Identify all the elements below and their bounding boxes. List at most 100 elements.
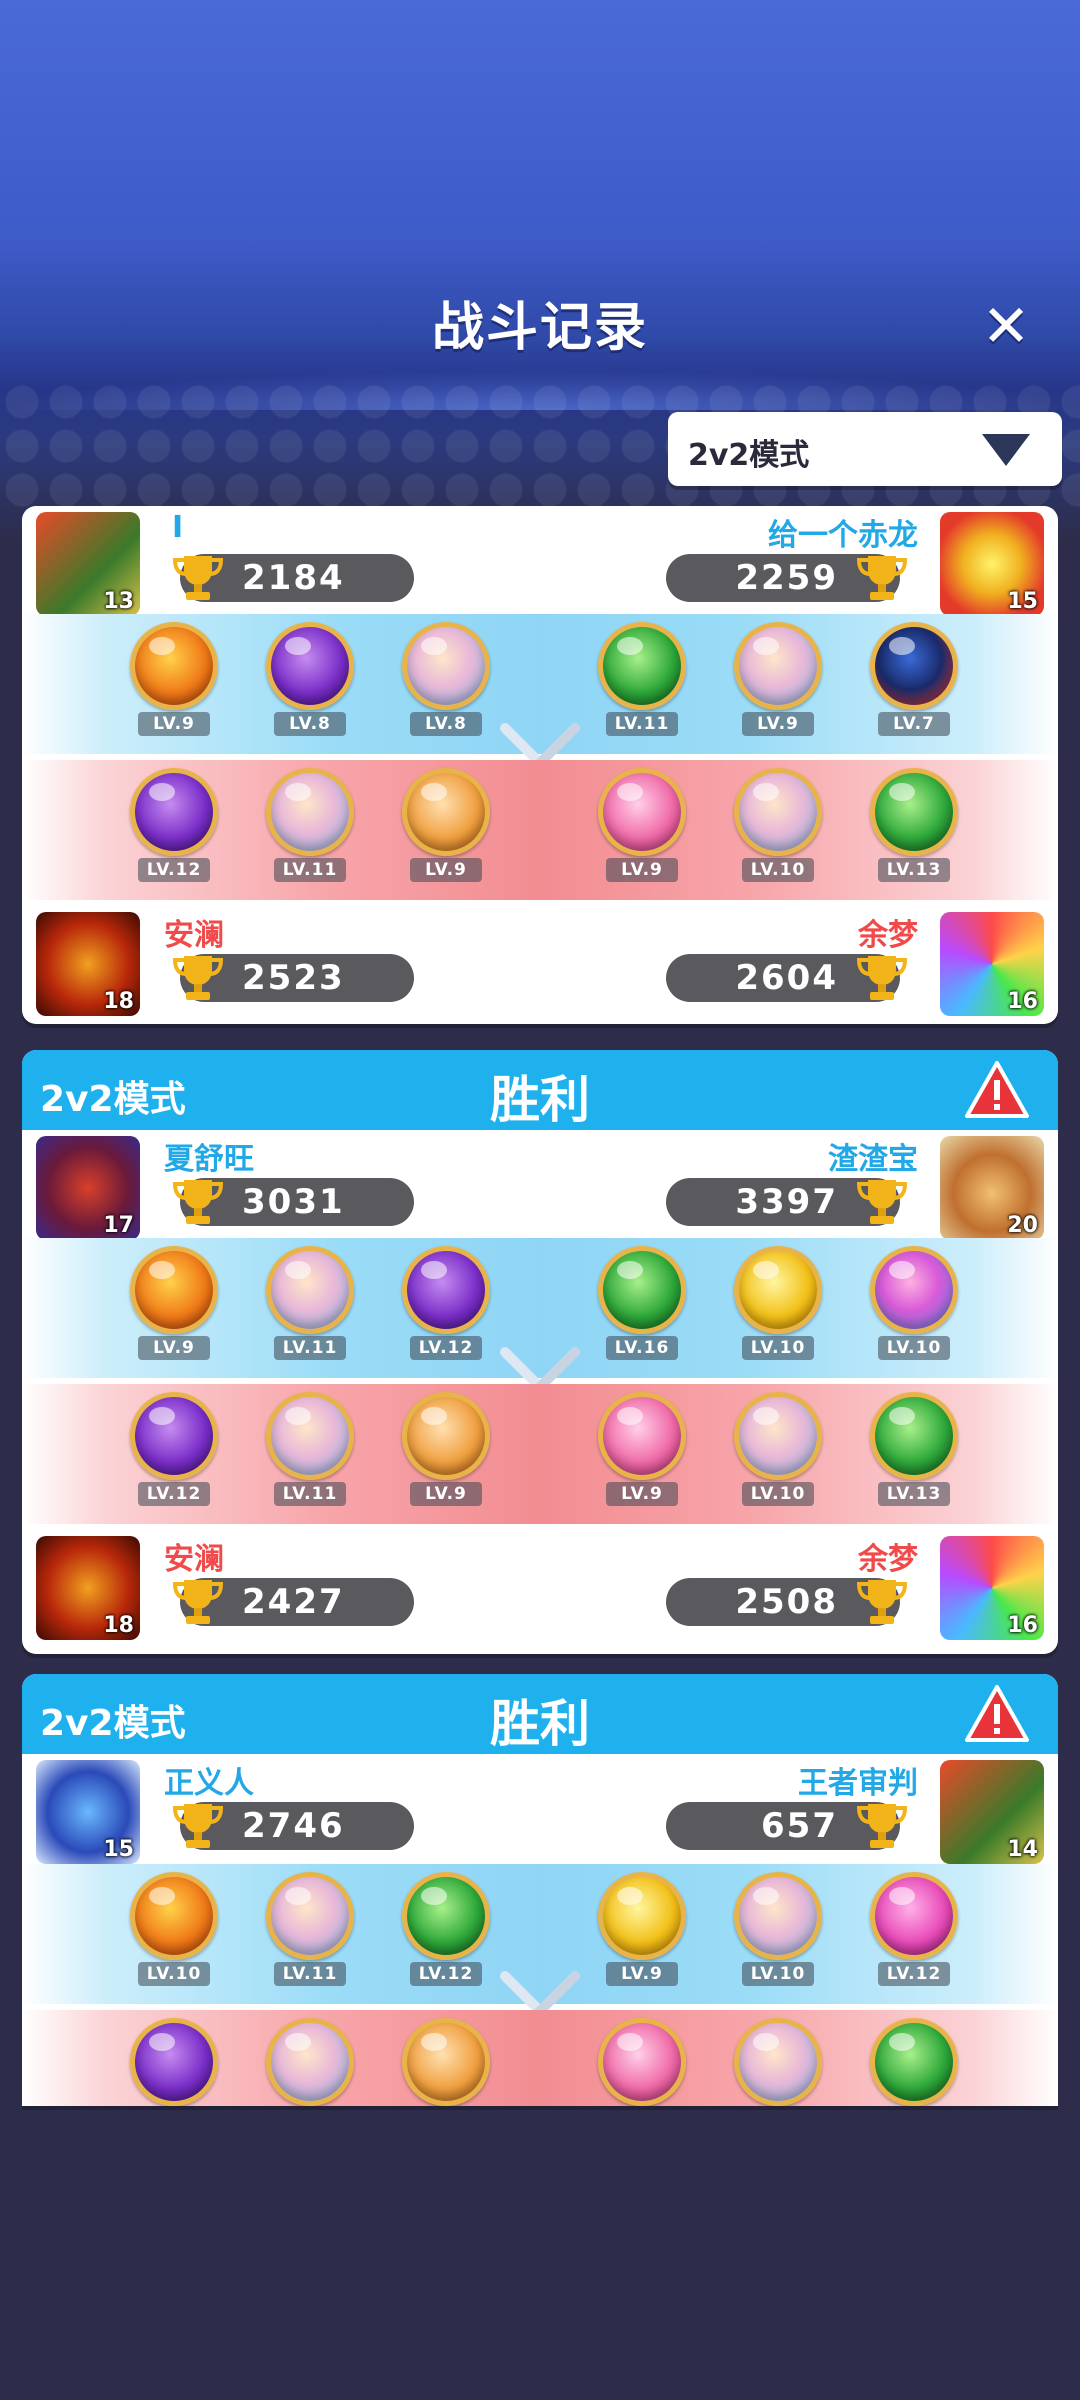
trophy-score-right: 2508 xyxy=(666,1578,908,1626)
pet-level: LV.10 xyxy=(878,1336,950,1360)
pet-level: LV.12 xyxy=(138,1482,210,1506)
pet-level: LV.9 xyxy=(606,1962,678,1986)
pet-slot[interactable]: LV.9 xyxy=(396,1392,496,1512)
pet-slot[interactable]: LV.9 xyxy=(592,768,692,888)
grass-pet-icon xyxy=(402,1872,490,1960)
trophy-icon xyxy=(856,1180,908,1224)
card-header: 2v2模式 胜利 xyxy=(22,1674,1058,1754)
battle-record-card[interactable]: 13 I 2184 给一个赤龙 2259 15 LV.9 LV.8 LV.8 L… xyxy=(22,506,1058,1024)
pet-level: LV.11 xyxy=(274,1336,346,1360)
pet-slot[interactable] xyxy=(396,2018,496,2106)
pet-slot[interactable] xyxy=(124,2018,224,2106)
avatar-level: 18 xyxy=(103,1613,134,1638)
pet-slot[interactable]: LV.11 xyxy=(260,1872,360,1992)
pet-slot[interactable]: LV.8 xyxy=(260,622,360,742)
pet-slot[interactable]: LV.13 xyxy=(864,1392,964,1512)
flower-pet-icon xyxy=(870,1246,958,1334)
pet-slot[interactable] xyxy=(728,2018,828,2106)
team-pets-bottom: LV.12 LV.11 LV.9 LV.9 LV.10 LV.13 xyxy=(22,1384,1058,1524)
player-name-left: 安澜 xyxy=(164,918,224,953)
score-value: 2508 xyxy=(735,1582,838,1622)
pet-slot[interactable]: LV.12 xyxy=(124,1392,224,1512)
pet-slot[interactable]: LV.11 xyxy=(260,768,360,888)
pet-slot[interactable]: LV.9 xyxy=(728,622,828,742)
avatar-level: 20 xyxy=(1007,1213,1038,1238)
pet-level: LV.9 xyxy=(410,858,482,882)
pet-level: LV.9 xyxy=(138,1336,210,1360)
sun-pet-icon xyxy=(598,1872,686,1960)
player-avatar-left[interactable]: 18 xyxy=(36,1536,140,1640)
player-name-left: 安澜 xyxy=(164,1542,224,1577)
pet-slot[interactable]: LV.9 xyxy=(124,1246,224,1366)
heart-pet-icon xyxy=(598,2018,686,2106)
avatar-level: 18 xyxy=(103,989,134,1014)
pet-slot[interactable]: LV.10 xyxy=(864,1246,964,1366)
shadow-pet-icon xyxy=(266,622,354,710)
player-avatar-left[interactable]: 17 xyxy=(36,1136,140,1240)
score-value: 2746 xyxy=(242,1806,345,1846)
team-pets-bottom: LV.12 LV.11 LV.9 LV.9 LV.10 LV.13 xyxy=(22,760,1058,900)
pet-slot[interactable]: LV.10 xyxy=(728,768,828,888)
pet-level: LV.13 xyxy=(878,1482,950,1506)
report-warning-icon[interactable] xyxy=(964,1684,1030,1744)
player-avatar-left[interactable]: 18 xyxy=(36,912,140,1016)
pet-slot[interactable]: LV.12 xyxy=(396,1246,496,1366)
player-avatar-right[interactable]: 16 xyxy=(940,912,1044,1016)
score-value: 2427 xyxy=(242,1582,345,1622)
pet-slot[interactable]: LV.11 xyxy=(260,1246,360,1366)
pet-slot[interactable]: LV.16 xyxy=(592,1246,692,1366)
grass-pet-icon xyxy=(598,1246,686,1334)
pet-slot[interactable]: LV.7 xyxy=(864,622,964,742)
pet-slot[interactable]: LV.12 xyxy=(124,768,224,888)
pet-slot[interactable]: LV.9 xyxy=(124,622,224,742)
pet-slot[interactable]: LV.10 xyxy=(728,1392,828,1512)
pet-slot[interactable]: LV.13 xyxy=(864,768,964,888)
pet-level: LV.16 xyxy=(606,1336,678,1360)
pet-slot[interactable]: LV.10 xyxy=(124,1872,224,1992)
pet-level: LV.7 xyxy=(878,712,950,736)
avatar-level: 16 xyxy=(1007,1613,1038,1638)
shadow-pet-icon xyxy=(130,2018,218,2106)
pet-slot[interactable]: LV.12 xyxy=(864,1872,964,1992)
shadow-pet-icon xyxy=(402,1246,490,1334)
pet-slot[interactable]: LV.11 xyxy=(592,622,692,742)
battle-record-card[interactable]: 2v2模式 胜利 17 夏舒旺 3031 渣渣宝 3397 20 LV.9 LV… xyxy=(22,1050,1058,1654)
score-value: 2184 xyxy=(242,558,345,598)
player-avatar-right[interactable]: 20 xyxy=(940,1136,1044,1240)
mode-filter-dropdown[interactable]: 2v2模式 xyxy=(668,412,1062,486)
heart-pet-icon xyxy=(598,768,686,856)
avatar-level: 15 xyxy=(1007,589,1038,614)
pet-slot[interactable] xyxy=(260,2018,360,2106)
score-value: 657 xyxy=(761,1806,838,1846)
pet-slot[interactable]: LV.12 xyxy=(396,1872,496,1992)
report-warning-icon[interactable] xyxy=(964,1060,1030,1120)
player-avatar-left[interactable]: 13 xyxy=(36,512,140,616)
player-avatar-right[interactable]: 15 xyxy=(940,512,1044,616)
pet-slot[interactable]: LV.9 xyxy=(396,768,496,888)
player-avatar-right[interactable]: 16 xyxy=(940,1536,1044,1640)
pet-slot[interactable]: LV.10 xyxy=(728,1246,828,1366)
pet-slot[interactable]: LV.9 xyxy=(592,1392,692,1512)
pet-slot[interactable]: LV.10 xyxy=(728,1872,828,1992)
player-row-top: 15 正义人 2746 王者审判 657 14 xyxy=(22,1756,1058,1866)
score-value: 2604 xyxy=(735,958,838,998)
player-name-right: 给一个赤龙 xyxy=(768,518,918,553)
player-name-left: 正义人 xyxy=(164,1766,254,1801)
player-row-top: 17 夏舒旺 3031 渣渣宝 3397 20 xyxy=(22,1132,1058,1242)
pet-slot[interactable] xyxy=(864,2018,964,2106)
pet-slot[interactable] xyxy=(592,2018,692,2106)
battle-record-card[interactable]: 2v2模式 胜利 15 正义人 2746 王者审判 657 14 LV.10 L… xyxy=(22,1674,1058,2106)
light-pet-icon xyxy=(402,622,490,710)
player-avatar-right[interactable]: 14 xyxy=(940,1760,1044,1864)
pet-slot[interactable]: LV.11 xyxy=(260,1392,360,1512)
avatar-level: 15 xyxy=(103,1837,134,1862)
close-button[interactable]: ✕ xyxy=(978,297,1034,355)
pet-slot[interactable]: LV.8 xyxy=(396,622,496,742)
trophy-score-left: 2523 xyxy=(172,954,414,1002)
pet-slot[interactable]: LV.9 xyxy=(592,1872,692,1992)
player-avatar-left[interactable]: 15 xyxy=(36,1760,140,1864)
trophy-score-left: 2184 xyxy=(172,554,414,602)
pet-level: LV.12 xyxy=(410,1336,482,1360)
player-row-bottom: 18 安澜 2427 余梦 2508 16 xyxy=(22,1532,1058,1642)
fire-pet-icon xyxy=(130,1246,218,1334)
